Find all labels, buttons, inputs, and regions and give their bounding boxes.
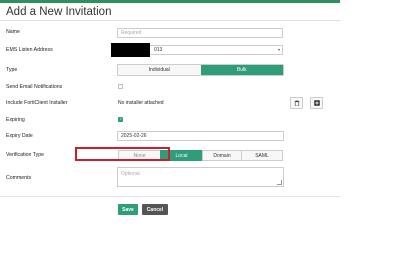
type-label: Type [6,67,18,73]
expiring-checkbox[interactable]: ✓ [118,116,123,122]
chevron-down-icon: ▾ [277,47,280,52]
trash-icon [294,100,299,106]
type-bulk-option[interactable]: Bulk [200,65,283,75]
resize-handle-icon[interactable] [277,180,282,185]
verification-saml-option[interactable]: SAML [241,150,283,161]
title-divider [0,20,340,21]
type-individual-option[interactable]: Individual [118,65,201,75]
add-box-icon [313,100,320,106]
highlight-box [75,147,170,161]
footer-divider [0,196,340,197]
installer-add-button[interactable] [310,97,323,109]
type-toggle[interactable]: Individual Bulk [117,64,284,76]
installer-label: Include FortiClient Installer [6,100,68,106]
top-accent-bar [0,0,340,3]
comments-placeholder: Optional [121,171,140,177]
installer-status: No installer attached [118,100,164,106]
save-button[interactable]: Save [118,204,138,215]
ems-address-label: EMS Listen Address [6,47,53,53]
expiring-label: Expiring [6,117,25,123]
dialog-title: Add a New Invitation [6,6,112,18]
send-email-label: Send Email Notifications [6,84,63,90]
redaction-box [111,43,150,57]
checkmark-icon: ✓ [119,116,123,121]
cancel-button[interactable]: Cancel [142,204,168,215]
verification-domain-option[interactable]: Domain [202,150,242,161]
ems-address-value: 013 [154,47,163,53]
expiry-date-input[interactable]: 2025-02-26 [117,131,284,141]
comments-label: Comments [6,175,32,181]
verification-type-label: Verification Type [6,152,44,158]
installer-delete-button[interactable] [290,97,303,109]
send-email-checkbox[interactable] [118,84,123,89]
name-input[interactable]: Required [117,28,283,38]
expiry-date-label: Expiry Date [6,133,33,139]
comments-textarea[interactable]: Optional [117,167,284,187]
name-label: Name [6,29,20,35]
